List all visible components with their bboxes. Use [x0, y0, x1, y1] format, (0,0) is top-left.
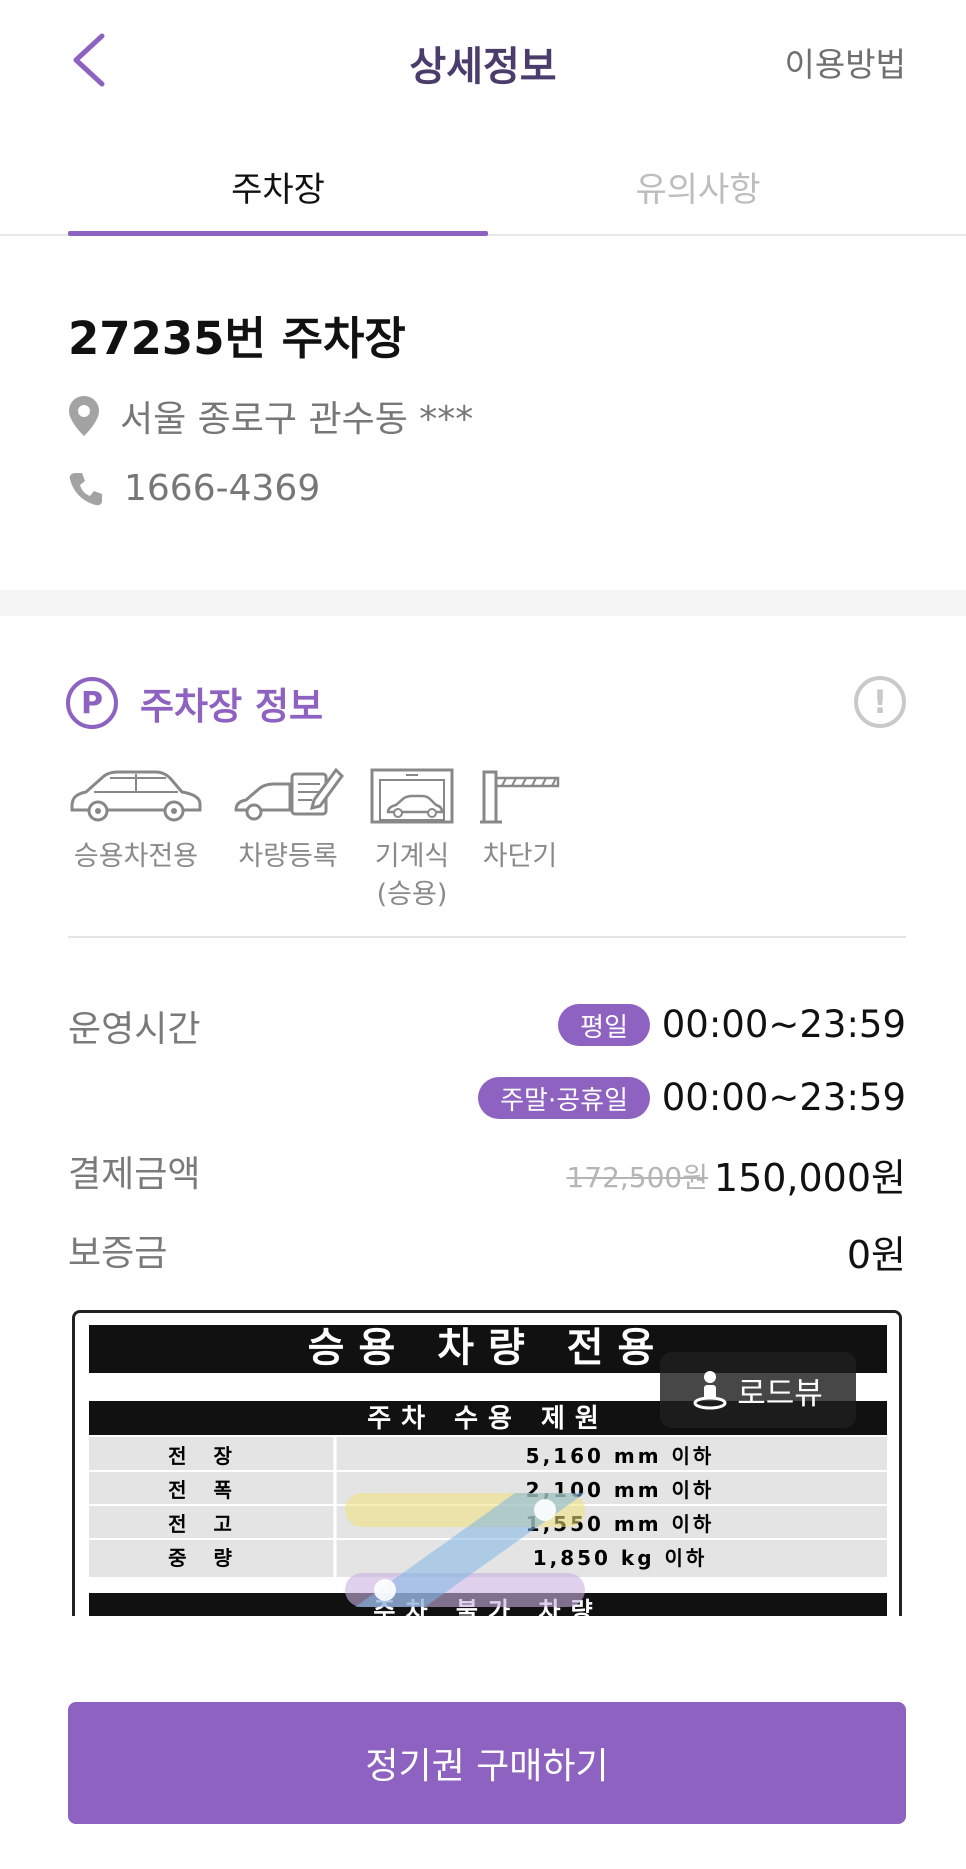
hours-label: 운영시간	[68, 1009, 201, 1050]
weekday-hours: 00:00~23:59	[661, 1003, 906, 1046]
mechanical-parking-icon	[370, 768, 454, 824]
feature-list: 승용차전용 차량등록 기계식 (승용) 차단기	[66, 766, 586, 914]
section-divider	[0, 590, 966, 616]
sign-spec-header: 주차 수용 제원	[367, 1404, 609, 1434]
deposit-amount: 0원	[846, 1233, 906, 1277]
barrier-gate-icon	[480, 770, 560, 824]
phone-number[interactable]: 1666-4369	[124, 468, 320, 509]
usage-guide-link[interactable]: 이용방법	[785, 38, 906, 86]
feature-label: 승용차전용	[73, 841, 199, 872]
address-row: 서울 종로구 관수동 ***	[68, 390, 473, 442]
feature-vehicle-registration: 차량등록	[232, 766, 344, 914]
feature-label: 차단기	[482, 841, 558, 872]
car-registration-icon	[234, 767, 344, 821]
roadview-button[interactable]: 로드뷰	[660, 1352, 856, 1428]
roadview-label: 로드뷰	[737, 1375, 823, 1412]
phone-icon	[69, 472, 102, 505]
feature-label: 기계식 (승용)	[374, 841, 450, 910]
info-icon[interactable]: !	[854, 676, 906, 728]
active-tab-indicator	[68, 231, 488, 236]
svg-text:전 고: 전 고	[168, 1512, 242, 1536]
parking-p-icon: P	[66, 677, 118, 729]
weekend-hours: 00:00~23:59	[661, 1076, 906, 1119]
svg-text:전 폭: 전 폭	[168, 1478, 242, 1502]
feature-label: 차량등록	[238, 841, 338, 872]
sale-price: 150,000원	[713, 1156, 906, 1200]
feature-barrier: 차단기	[480, 766, 560, 914]
svg-text:전 장: 전 장	[168, 1444, 242, 1468]
svg-text:5,160 mm 이하: 5,160 mm 이하	[526, 1444, 715, 1468]
tab-parking-lot[interactable]: 주차장	[68, 162, 488, 211]
parking-lot-name: 27235번 주차장	[68, 312, 406, 365]
original-price: 172,500원	[566, 1161, 708, 1194]
weekday-badge: 평일	[558, 1004, 650, 1046]
person-pin-icon	[693, 1371, 727, 1410]
feature-mechanical-parking: 기계식 (승용)	[370, 766, 454, 914]
svg-text:중 량: 중 량	[168, 1546, 242, 1570]
sign-title: 승용 차량 전용	[308, 1325, 669, 1371]
feature-passenger-only: 승용차전용	[66, 766, 206, 914]
address-text: 서울 종로구 관수동 ***	[120, 399, 474, 440]
buy-pass-button[interactable]: 정기권 구매하기	[68, 1702, 906, 1824]
deposit-label: 보증금	[68, 1233, 168, 1274]
tab-notices[interactable]: 유의사항	[488, 162, 908, 211]
phone-row[interactable]: 1666-4369	[68, 468, 320, 509]
section-title: 주차장 정보	[140, 685, 324, 728]
payment-label: 결제금액	[68, 1154, 201, 1195]
svg-text:1,850 kg 이하: 1,850 kg 이하	[533, 1546, 708, 1570]
tab-bar: 주차장 유의사항	[0, 140, 966, 236]
divider-line	[68, 936, 906, 938]
sedan-icon	[70, 770, 202, 822]
app-header: 상세정보 이용방법	[0, 0, 966, 120]
weekend-badge: 주말·공휴일	[478, 1077, 650, 1119]
location-pin-icon	[69, 396, 99, 436]
parking-info-header: P 주차장 정보	[66, 676, 323, 730]
